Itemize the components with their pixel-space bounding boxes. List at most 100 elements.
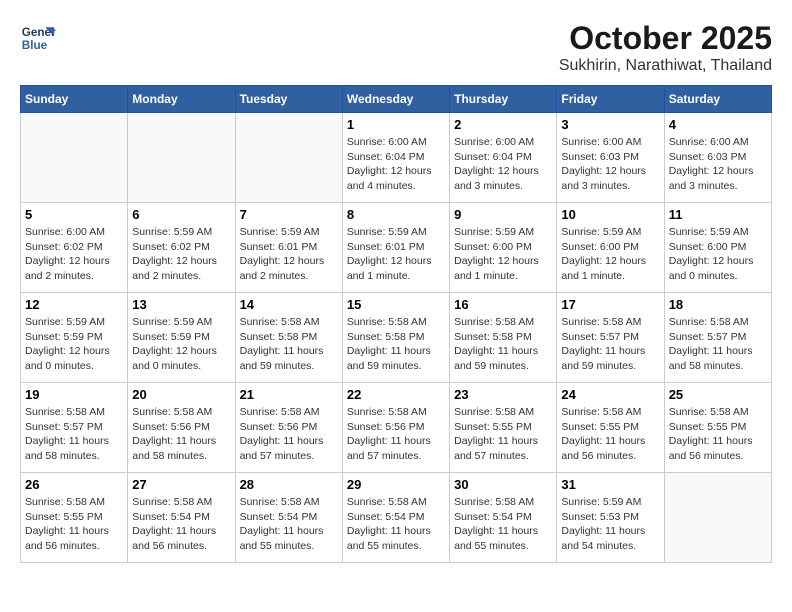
week-row-3: 12Sunrise: 5:59 AM Sunset: 5:59 PM Dayli… [21,293,772,383]
week-row-1: 1 Sunrise: 6:00 AM Sunset: 6:04 PM Daylig… [21,113,772,203]
day-number: 21 [240,387,338,402]
calendar-cell: 1 Sunrise: 6:00 AM Sunset: 6:04 PM Daylig… [342,113,449,203]
calendar-cell: 21Sunrise: 5:58 AM Sunset: 5:56 PM Dayli… [235,383,342,473]
logo-icon: General Blue [20,20,56,56]
weekday-header-wednesday: Wednesday [342,86,449,113]
calendar-cell: 13Sunrise: 5:59 AM Sunset: 5:59 PM Dayli… [128,293,235,383]
calendar-cell [235,113,342,203]
day-info: Sunrise: 5:59 AM Sunset: 6:00 PM Dayligh… [561,225,659,284]
calendar-cell: 19 Sunrise: 5:58 AM Sunset: 5:57 PM Dayli… [21,383,128,473]
day-number: 5 [25,207,123,222]
day-number: 29 [347,477,445,492]
weekday-header-tuesday: Tuesday [235,86,342,113]
day-number: 30 [454,477,552,492]
calendar-cell: 3Sunrise: 6:00 AM Sunset: 6:03 PM Daylig… [557,113,664,203]
day-number: 13 [132,297,230,312]
calendar-cell: 14Sunrise: 5:58 AM Sunset: 5:58 PM Dayli… [235,293,342,383]
day-number: 26 [25,477,123,492]
day-info: Sunrise: 5:59 AM Sunset: 5:59 PM Dayligh… [25,315,123,374]
page-header: General Blue October 2025 Sukhirin, Nara… [20,20,772,75]
day-info: Sunrise: 5:58 AM Sunset: 5:57 PM Dayligh… [25,405,123,464]
logo: General Blue [20,20,56,56]
day-info: Sunrise: 6:00 AM Sunset: 6:04 PM Dayligh… [454,135,552,194]
calendar-cell [664,473,771,563]
day-number: 14 [240,297,338,312]
day-number: 3 [561,117,659,132]
weekday-header-friday: Friday [557,86,664,113]
day-info: Sunrise: 5:59 AM Sunset: 6:01 PM Dayligh… [240,225,338,284]
day-info: Sunrise: 5:58 AM Sunset: 5:57 PM Dayligh… [561,315,659,374]
calendar-cell: 6 Sunrise: 5:59 AM Sunset: 6:02 PM Daylig… [128,203,235,293]
day-number: 11 [669,207,767,222]
day-number: 18 [669,297,767,312]
calendar-cell: 8 Sunrise: 5:59 AM Sunset: 6:01 PM Daylig… [342,203,449,293]
day-info: Sunrise: 5:58 AM Sunset: 5:56 PM Dayligh… [347,405,445,464]
calendar-cell: 31 Sunrise: 5:59 AM Sunset: 5:53 PM Dayli… [557,473,664,563]
day-info: Sunrise: 6:00 AM Sunset: 6:04 PM Dayligh… [347,135,445,194]
month-title: October 2025 [559,20,772,57]
day-number: 6 [132,207,230,222]
day-info: Sunrise: 5:58 AM Sunset: 5:57 PM Dayligh… [669,315,767,374]
calendar-cell: 29 Sunrise: 5:58 AM Sunset: 5:54 PM Dayli… [342,473,449,563]
day-number: 28 [240,477,338,492]
day-info: Sunrise: 5:58 AM Sunset: 5:58 PM Dayligh… [454,315,552,374]
day-info: Sunrise: 5:58 AM Sunset: 5:55 PM Dayligh… [561,405,659,464]
day-info: Sunrise: 5:58 AM Sunset: 5:54 PM Dayligh… [347,495,445,554]
day-number: 23 [454,387,552,402]
calendar-cell: 24 Sunrise: 5:58 AM Sunset: 5:55 PM Dayli… [557,383,664,473]
calendar-cell: 10 Sunrise: 5:59 AM Sunset: 6:00 PM Dayli… [557,203,664,293]
svg-text:Blue: Blue [22,39,48,52]
day-number: 24 [561,387,659,402]
day-info: Sunrise: 6:00 AM Sunset: 6:03 PM Dayligh… [669,135,767,194]
day-number: 8 [347,207,445,222]
calendar-cell: 2 Sunrise: 6:00 AM Sunset: 6:04 PM Daylig… [450,113,557,203]
day-info: Sunrise: 5:58 AM Sunset: 5:54 PM Dayligh… [454,495,552,554]
day-info: Sunrise: 5:59 AM Sunset: 6:02 PM Dayligh… [132,225,230,284]
calendar-cell: 5 Sunrise: 6:00 AM Sunset: 6:02 PM Daylig… [21,203,128,293]
day-info: Sunrise: 5:58 AM Sunset: 5:54 PM Dayligh… [240,495,338,554]
day-number: 16 [454,297,552,312]
day-info: Sunrise: 5:59 AM Sunset: 6:00 PM Dayligh… [669,225,767,284]
calendar-cell [128,113,235,203]
day-info: Sunrise: 5:59 AM Sunset: 5:53 PM Dayligh… [561,495,659,554]
calendar-cell: 22 Sunrise: 5:58 AM Sunset: 5:56 PM Dayli… [342,383,449,473]
subtitle: Sukhirin, Narathiwat, Thailand [559,57,772,75]
day-number: 2 [454,117,552,132]
day-info: Sunrise: 5:59 AM Sunset: 6:01 PM Dayligh… [347,225,445,284]
day-info: Sunrise: 5:58 AM Sunset: 5:54 PM Dayligh… [132,495,230,554]
weekday-header-row: SundayMondayTuesdayWednesdayThursdayFrid… [21,86,772,113]
week-row-2: 5 Sunrise: 6:00 AM Sunset: 6:02 PM Daylig… [21,203,772,293]
calendar-cell: 17 Sunrise: 5:58 AM Sunset: 5:57 PM Dayli… [557,293,664,383]
calendar-cell: 25 Sunrise: 5:58 AM Sunset: 5:55 PM Dayli… [664,383,771,473]
title-section: October 2025 Sukhirin, Narathiwat, Thail… [559,20,772,75]
calendar-cell: 4 Sunrise: 6:00 AM Sunset: 6:03 PM Daylig… [664,113,771,203]
weekday-header-monday: Monday [128,86,235,113]
day-info: Sunrise: 5:58 AM Sunset: 5:55 PM Dayligh… [25,495,123,554]
calendar-cell: 28 Sunrise: 5:58 AM Sunset: 5:54 PM Dayli… [235,473,342,563]
day-info: Sunrise: 5:58 AM Sunset: 5:58 PM Dayligh… [347,315,445,374]
calendar-cell: 18 Sunrise: 5:58 AM Sunset: 5:57 PM Dayli… [664,293,771,383]
day-number: 31 [561,477,659,492]
day-number: 15 [347,297,445,312]
calendar-cell: 7 Sunrise: 5:59 AM Sunset: 6:01 PM Daylig… [235,203,342,293]
day-number: 7 [240,207,338,222]
day-info: Sunrise: 5:58 AM Sunset: 5:55 PM Dayligh… [669,405,767,464]
calendar-cell [21,113,128,203]
day-number: 19 [25,387,123,402]
calendar-cell: 27Sunrise: 5:58 AM Sunset: 5:54 PM Dayli… [128,473,235,563]
weekday-header-thursday: Thursday [450,86,557,113]
calendar-cell: 20Sunrise: 5:58 AM Sunset: 5:56 PM Dayli… [128,383,235,473]
calendar-cell: 11 Sunrise: 5:59 AM Sunset: 6:00 PM Dayli… [664,203,771,293]
day-info: Sunrise: 5:59 AM Sunset: 6:00 PM Dayligh… [454,225,552,284]
day-number: 25 [669,387,767,402]
day-number: 22 [347,387,445,402]
calendar-cell: 30 Sunrise: 5:58 AM Sunset: 5:54 PM Dayli… [450,473,557,563]
calendar-cell: 12Sunrise: 5:59 AM Sunset: 5:59 PM Dayli… [21,293,128,383]
day-number: 17 [561,297,659,312]
day-number: 9 [454,207,552,222]
day-info: Sunrise: 6:00 AM Sunset: 6:02 PM Dayligh… [25,225,123,284]
week-row-5: 26 Sunrise: 5:58 AM Sunset: 5:55 PM Dayli… [21,473,772,563]
day-number: 4 [669,117,767,132]
day-number: 1 [347,117,445,132]
day-number: 10 [561,207,659,222]
